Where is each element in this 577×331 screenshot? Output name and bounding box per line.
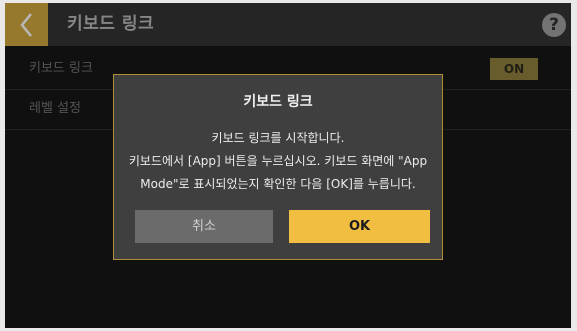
- app-screen: 키보드 링크 ? 키보드 링크 ON 레벨 설정 키보드 링크 키보드 링크를 …: [5, 3, 571, 328]
- dialog-title: 키보드 링크: [243, 94, 313, 110]
- ok-button[interactable]: OK: [289, 210, 430, 243]
- cancel-button[interactable]: 취소: [135, 210, 273, 243]
- dialog-message-line: Mode"로 표시되었는지 확인한 다음 [OK]를 누릅니다.: [140, 177, 416, 191]
- dialog-message-line: 키보드 링크를 시작합니다.: [211, 131, 345, 145]
- dialog-message: 키보드 링크를 시작합니다. 키보드에서 [App] 버튼을 누르십시오. 키보…: [120, 127, 436, 196]
- dialog-message-line: 키보드에서 [App] 버튼을 누르십시오. 키보드 화면에 "App: [128, 154, 428, 168]
- keyboard-link-dialog: 키보드 링크 키보드 링크를 시작합니다. 키보드에서 [App] 버튼을 누르…: [113, 74, 443, 260]
